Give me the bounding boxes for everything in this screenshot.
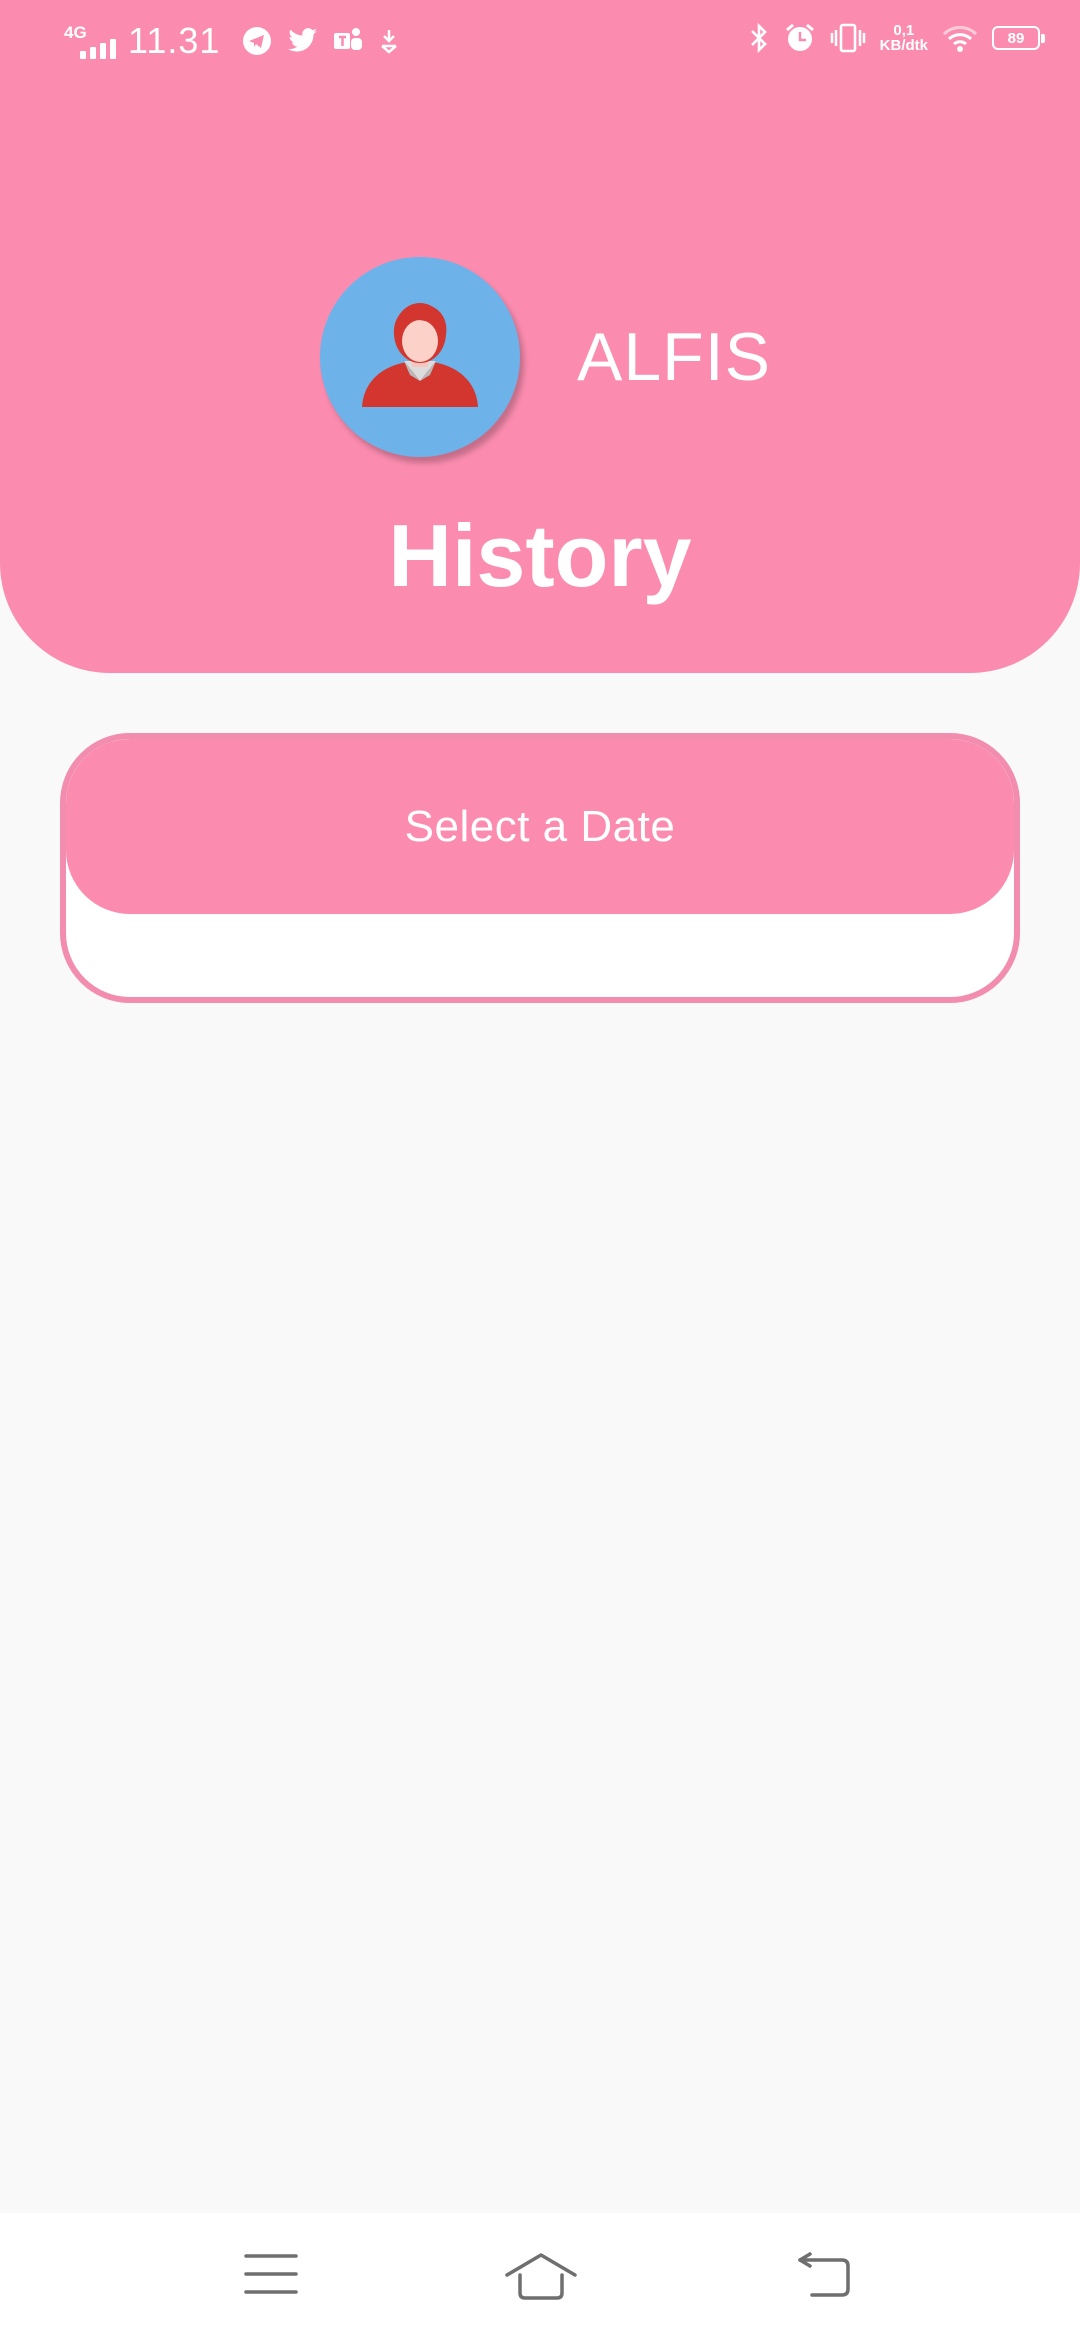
- avatar[interactable]: [320, 257, 520, 457]
- navigation-bar: [0, 2213, 1080, 2340]
- username: ALFIS: [577, 319, 771, 395]
- network-speed: 0,1 KB/dtk: [880, 23, 928, 53]
- select-date-button[interactable]: Select a Date: [66, 739, 1014, 914]
- twitter-icon: [288, 28, 318, 52]
- signal-icon: 4G: [64, 21, 122, 61]
- home-icon[interactable]: [504, 2251, 578, 2301]
- bluetooth-icon: [750, 22, 767, 54]
- battery-level: 89: [1007, 29, 1025, 47]
- teams-icon: [334, 28, 363, 50]
- telegram-icon: [243, 27, 272, 55]
- status-time: 11.31: [128, 20, 221, 61]
- page-title: History: [388, 506, 692, 605]
- menu-icon[interactable]: [244, 2251, 298, 2297]
- user-icon: [362, 303, 478, 407]
- back-icon[interactable]: [796, 2251, 852, 2299]
- wifi-icon: [942, 26, 978, 52]
- speed-value: 0,1: [893, 22, 915, 39]
- header: 4G 11.31 0,1 KB/dtk 89 ALFIS History: [0, 0, 1080, 673]
- vibrate-icon: [830, 23, 865, 53]
- battery-icon: 89: [992, 26, 1045, 50]
- status-bar: 4G 11.31 0,1 KB/dtk 89: [0, 0, 1080, 86]
- date-card: Select a Date: [60, 733, 1020, 1003]
- alarm-icon: [785, 23, 814, 51]
- download-icon: [381, 30, 398, 54]
- speed-unit: KB/dtk: [879, 37, 928, 54]
